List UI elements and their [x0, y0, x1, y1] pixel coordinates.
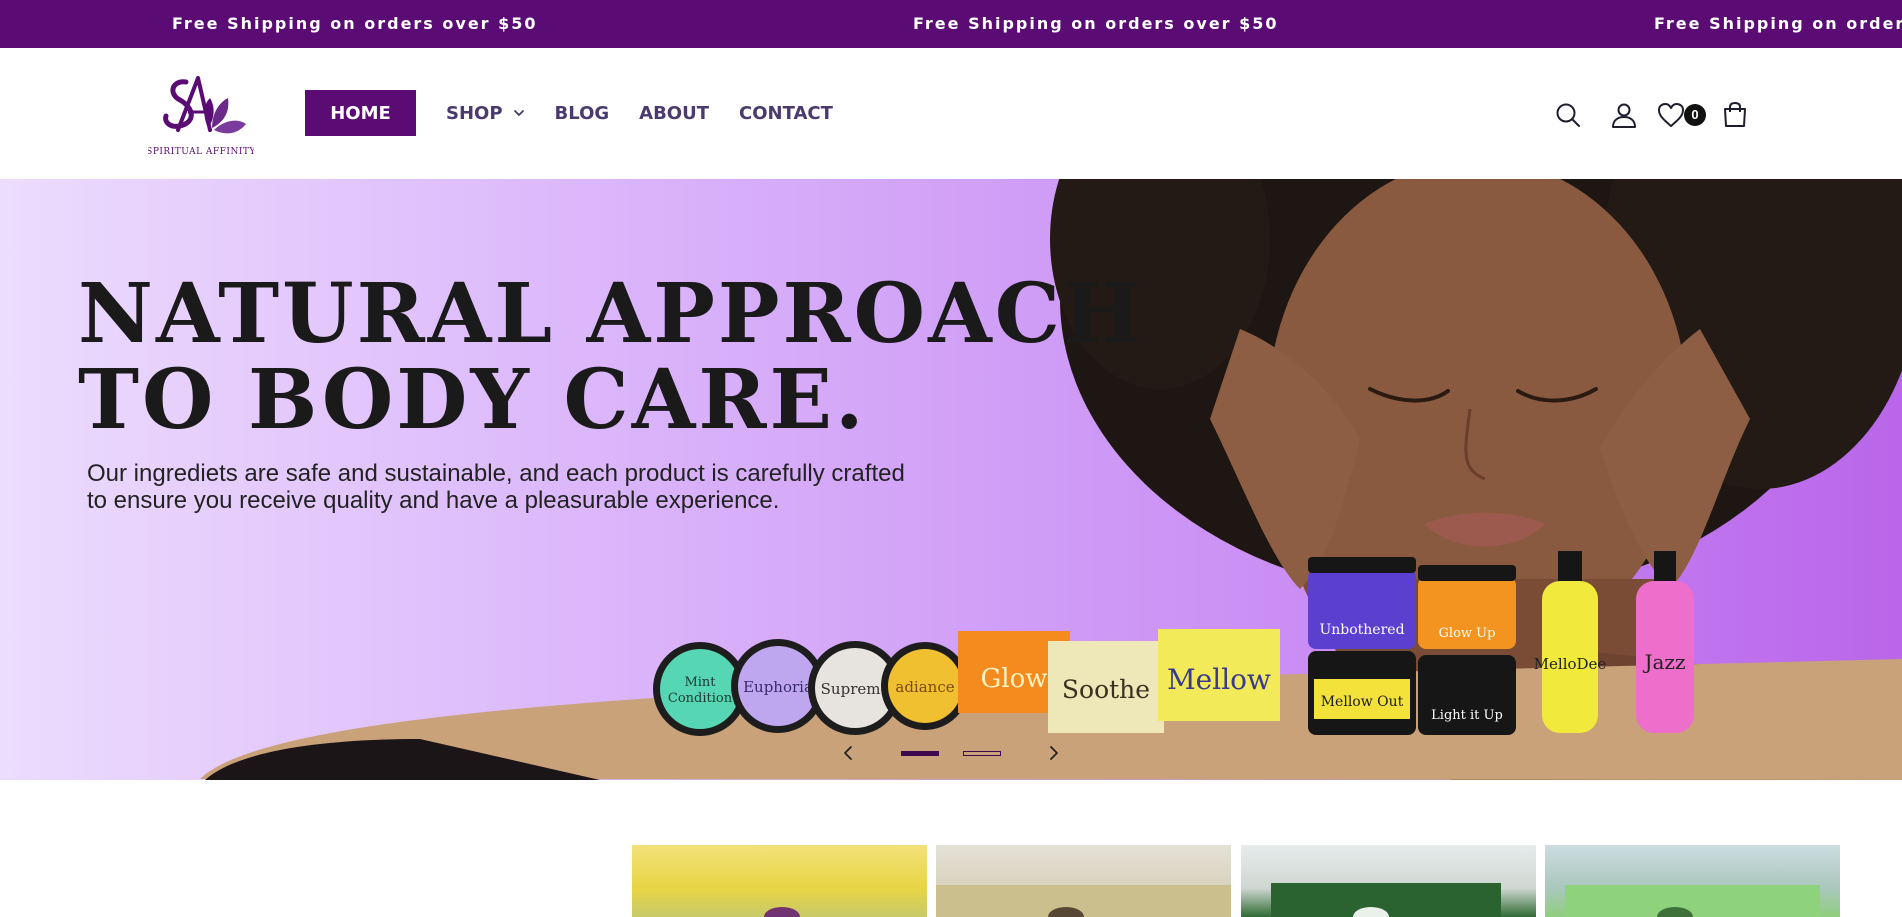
slide-dot[interactable]: [963, 751, 1001, 756]
nav-contact[interactable]: CONTACT: [739, 103, 833, 124]
nav-shop[interactable]: SHOP: [446, 103, 525, 124]
product-label: Glow: [981, 664, 1048, 694]
announcement-bar: Free Shipping on orders over $50 Free Sh…: [0, 0, 1902, 48]
hero-title-line: TO BODY CARE.: [78, 352, 867, 448]
hero-title: NATURAL APPROACH TO BODY CARE.: [78, 266, 1144, 448]
nav-home[interactable]: HOME: [305, 90, 416, 136]
product-label: Light it Up: [1431, 708, 1503, 723]
logo-wordmark: SPIRITUAL AFFINITY: [148, 147, 254, 157]
collection-card[interactable]: [1241, 845, 1536, 917]
collection-card[interactable]: [632, 845, 927, 917]
product-label: Jazz: [1642, 650, 1685, 674]
collection-card[interactable]: [936, 845, 1231, 917]
product-label: Unbothered: [1319, 622, 1404, 638]
product-label: MelloDee: [1534, 655, 1607, 673]
hero-subtitle-line: to ensure you receive quality and have a…: [87, 487, 780, 514]
account-icon[interactable]: [1609, 100, 1639, 130]
product-label: Mellow Out: [1321, 694, 1404, 710]
chevron-down-icon: [513, 110, 524, 116]
hero-subtitle: Our ingrediets are safe and sustainable,…: [87, 460, 1017, 514]
hero-banner: Mint Condition Euphoria Supreme adiance …: [0, 179, 1902, 780]
product-label: Mellow: [1167, 663, 1271, 696]
product-label: Glow Up: [1439, 626, 1496, 641]
product-label: Condition: [668, 691, 733, 706]
product-label: Supreme: [821, 680, 890, 698]
chevron-left-icon[interactable]: [838, 743, 858, 763]
announcement-text: Free Shipping on orders over $50: [172, 14, 538, 33]
product-label: Euphoria: [743, 678, 813, 696]
chevron-right-icon[interactable]: [1044, 743, 1064, 763]
wishlist-count-badge: 0: [1684, 104, 1706, 126]
product-label: Mint: [684, 675, 716, 690]
main-nav: HOME SHOP BLOG ABOUT CONTACT: [305, 90, 833, 136]
collection-image: [936, 885, 1231, 917]
site-logo[interactable]: SPIRITUAL AFFINITY: [146, 68, 256, 160]
collection-card[interactable]: [1545, 845, 1840, 917]
site-header: SPIRITUAL AFFINITY HOME SHOP BLOG ABOUT …: [0, 48, 1902, 179]
nav-about[interactable]: ABOUT: [639, 103, 709, 124]
collections-section: [0, 780, 1902, 917]
hero-title-line: NATURAL APPROACH: [78, 266, 1144, 362]
product-label: adiance: [895, 678, 954, 696]
product-jars: Unbothered Glow Up Mellow Out Light it U…: [1308, 557, 1516, 735]
heart-icon[interactable]: [1656, 100, 1686, 130]
announcement-text: Free Shipping on orders over $50: [1654, 14, 1902, 33]
announcement-text: Free Shipping on orders over $50: [913, 14, 1279, 33]
slide-dot-active[interactable]: [901, 751, 939, 756]
hero-subtitle-line: Our ingrediets are safe and sustainable,…: [87, 460, 905, 487]
nav-shop-label: SHOP: [446, 102, 503, 124]
cart-icon[interactable]: [1720, 100, 1750, 130]
product-label: Soothe: [1062, 675, 1150, 704]
search-icon[interactable]: [1553, 100, 1583, 130]
collection-image: [1271, 883, 1501, 917]
collection-image: [1565, 885, 1820, 917]
collection-image: [764, 907, 800, 917]
nav-blog[interactable]: BLOG: [555, 103, 610, 124]
